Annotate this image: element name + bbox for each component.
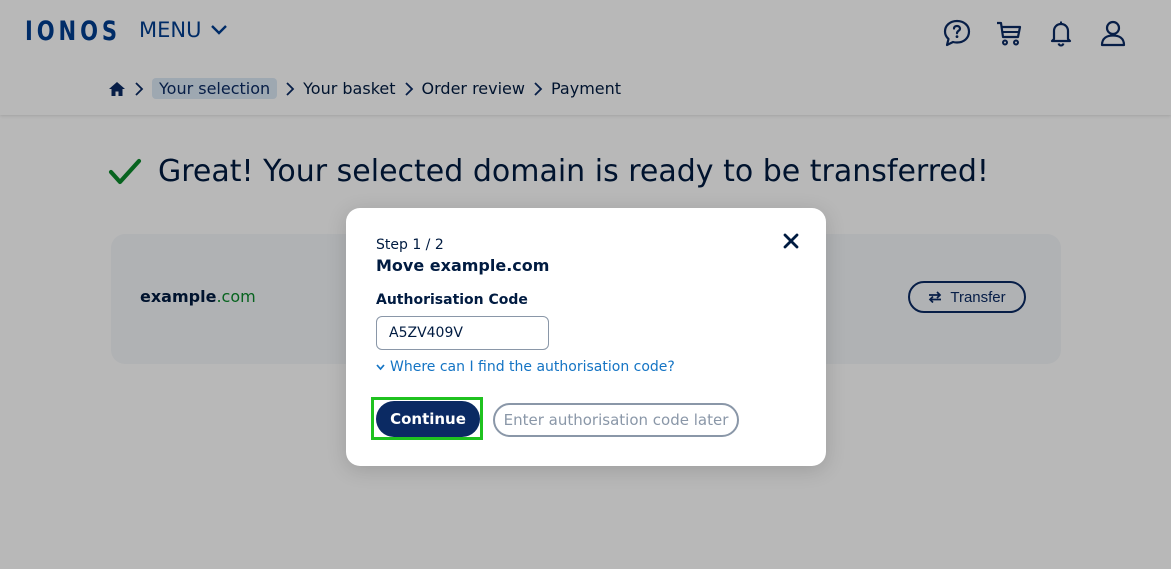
chevron-down-icon (376, 363, 385, 370)
move-domain-dialog: Step 1 / 2 Move example.com Authorisatio… (346, 208, 826, 466)
auth-code-input[interactable] (376, 316, 549, 350)
auth-code-label: Authorisation Code (376, 292, 528, 308)
help-link-label: Where can I find the authorisation code? (390, 359, 675, 375)
continue-button[interactable]: Continue (376, 401, 480, 437)
continue-highlight: Continue (371, 397, 483, 440)
step-indicator: Step 1 / 2 (376, 237, 444, 253)
auth-code-help-link[interactable]: Where can I find the authorisation code? (376, 359, 675, 375)
dialog-title: Move example.com (376, 256, 550, 275)
close-icon[interactable] (780, 230, 802, 252)
enter-code-later-button[interactable]: Enter authorisation code later (493, 403, 739, 437)
